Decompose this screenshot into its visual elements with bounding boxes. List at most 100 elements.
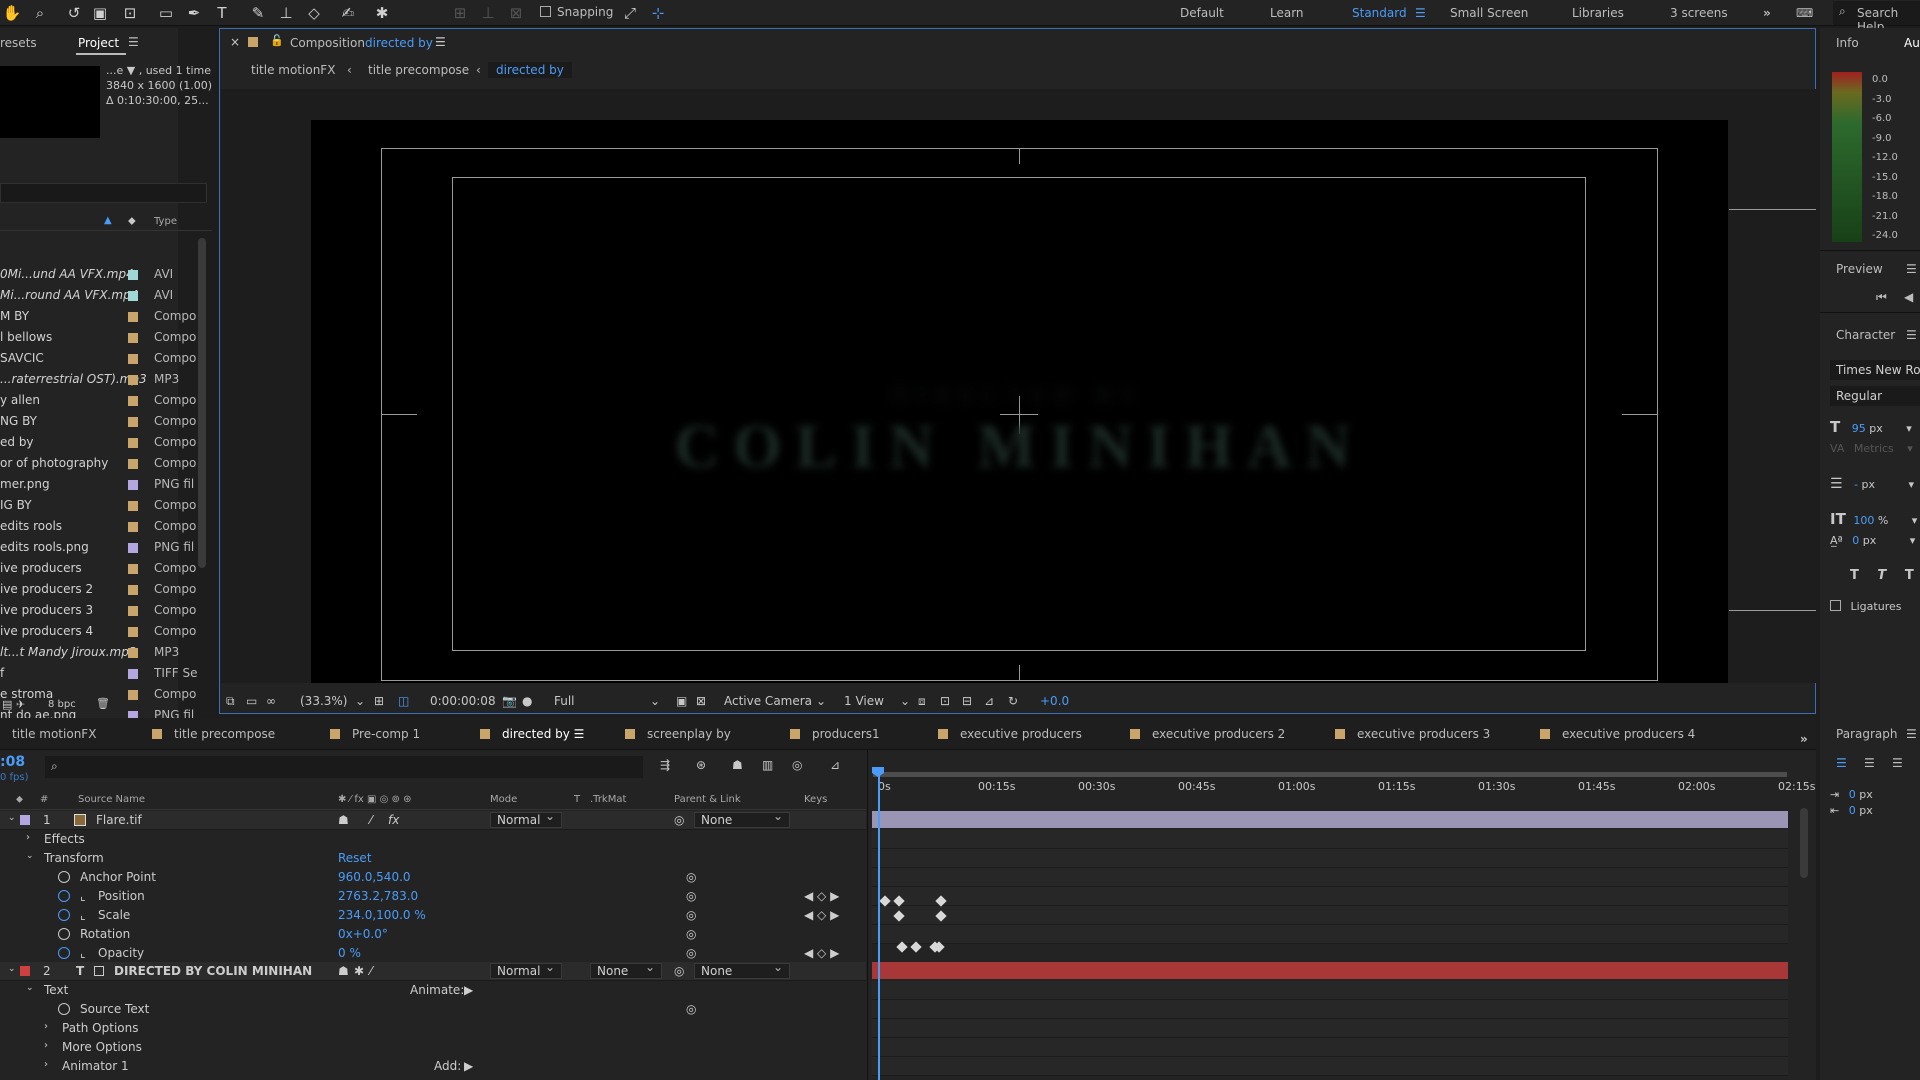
world-axis-icon[interactable]: ⊥	[478, 3, 498, 23]
layer-row-1[interactable]: ⌄ 1 Flare.tif ☗ ⁄ fx Normal ◎ None	[0, 809, 866, 830]
chevron-down-icon[interactable]: ▾	[1909, 478, 1915, 491]
local-axis-icon[interactable]: ⊞	[450, 3, 470, 23]
project-item-label-color[interactable]	[128, 585, 138, 595]
timeline-tab[interactable]: executive producers 3	[1335, 727, 1490, 741]
project-item[interactable]: ive producers 2 Compo	[0, 579, 212, 600]
project-item-label-color[interactable]	[128, 312, 138, 322]
font-style-select[interactable]: Regular	[1830, 386, 1920, 406]
more-options-row[interactable]: › More Options	[0, 1038, 866, 1057]
property-value[interactable]: 960.0,540.0	[338, 870, 411, 884]
timeline-tracks[interactable]: 0s 00:15s 00:30s 00:45s 01:00s 01:15s 01:30s 01…	[867, 750, 1815, 1080]
sort-ascending-icon[interactable]: ▲	[104, 215, 112, 226]
project-item-label-color[interactable]	[128, 270, 138, 280]
brush-tool-icon[interactable]: ✎	[248, 3, 268, 23]
transform-property-row[interactable]: Anchor Point 960.0,540.0 ◎	[0, 868, 866, 887]
layer-1-parent-select[interactable]: None	[694, 809, 790, 828]
snapping-checkbox[interactable]	[540, 6, 551, 17]
stopwatch-icon[interactable]	[58, 1003, 70, 1015]
keyframe-navigator[interactable]: ◀ ◇ ▶	[804, 908, 839, 922]
workspace-3-screens[interactable]: 3 screens	[1670, 6, 1728, 20]
graph-icon[interactable]: ⌞	[80, 908, 86, 922]
timeline-tab[interactable]: executive producers	[938, 727, 1082, 741]
chevron-right-icon[interactable]: ›	[26, 832, 30, 843]
fit-icon[interactable]: ⊞	[374, 694, 384, 708]
chevron-down-icon[interactable]: ⌄	[8, 813, 16, 823]
interpret-footage-icon[interactable]: ▤	[2, 698, 12, 711]
viewer-timecode[interactable]: 0:00:00:08	[430, 694, 496, 708]
stopwatch-icon[interactable]	[58, 928, 70, 940]
baseline-shift-value[interactable]: 0	[1852, 534, 1859, 547]
project-item-label-color[interactable]	[128, 543, 138, 553]
project-item-label-color[interactable]	[128, 438, 138, 448]
keyframe-navigator[interactable]: ◀ ◇ ▶	[804, 946, 839, 960]
tab-effects-presets[interactable]: resets	[0, 36, 37, 50]
hide-shy-icon[interactable]: ☗	[732, 758, 743, 772]
project-item[interactable]: 0Mi...und AA VFX.mp4 AVI	[0, 264, 212, 285]
path-options-row[interactable]: › Path Options	[0, 1019, 866, 1038]
align-right-icon[interactable]: ☰	[1892, 756, 1903, 770]
pen-tool-icon[interactable]: ✒	[184, 3, 204, 23]
comp-mini-flowchart-icon[interactable]: ⇶	[660, 758, 670, 772]
timeline-tab[interactable]: directed by ☰	[480, 727, 584, 741]
track-row[interactable]	[872, 1057, 1788, 1076]
bit-depth[interactable]: 8 bpc	[48, 699, 76, 710]
effect-switch-icon[interactable]: fx	[388, 813, 399, 827]
transform-property-row[interactable]: Rotation 0x+0.0° ◎	[0, 925, 866, 944]
tab-project[interactable]: Project	[78, 36, 119, 50]
chevron-down-icon[interactable]: ⌄	[8, 964, 16, 974]
text-group-row[interactable]: ⌄ Text Animate: ▶	[0, 981, 866, 1000]
layer-2-duration-bar[interactable]	[872, 962, 1788, 979]
chevron-down-icon[interactable]: ⌄	[650, 694, 660, 708]
effects-group-row[interactable]: › Effects	[0, 830, 866, 849]
project-item-label-color[interactable]	[128, 291, 138, 301]
project-item[interactable]: f TIFF Se	[0, 663, 212, 684]
chevron-down-icon[interactable]: ▾	[1907, 442, 1913, 455]
leading-value[interactable]: -	[1854, 478, 1858, 491]
breadcrumb-title-motionfx[interactable]: title motionFX	[251, 63, 335, 77]
project-item-label-color[interactable]	[128, 627, 138, 637]
chevron-down-icon[interactable]: ▾	[1912, 514, 1918, 527]
transform-group-row[interactable]: ⌄ Transform Reset	[0, 849, 866, 868]
new-folder-icon[interactable]: ✈	[16, 698, 25, 711]
shy-switch-icon[interactable]: ☗	[338, 813, 349, 827]
transform-property-row[interactable]: ⌞ Opacity 0 % ◎ ◀ ◇ ▶	[0, 944, 866, 963]
graph-icon[interactable]: ⌞	[80, 889, 86, 903]
breadcrumb-title-precompose[interactable]: title precompose	[368, 63, 469, 77]
timeline-tab[interactable]: screenplay by	[625, 727, 731, 741]
column-mode[interactable]: Mode	[490, 794, 517, 805]
transform-property-row[interactable]: ⌞ Scale 234.0,100.0 % ◎ ◀ ◇ ▶	[0, 906, 866, 925]
viewer-canvas-area[interactable]: DIRECTED BY COLIN MINIHAN	[221, 89, 1816, 683]
chevron-down-icon[interactable]: ⌄	[355, 694, 365, 708]
keyboard-icon[interactable]: ⌨	[1796, 6, 1813, 20]
project-item[interactable]: edits rools Compo	[0, 516, 212, 537]
track-row[interactable]	[872, 849, 1788, 868]
breadcrumb-directed-by[interactable]: directed by	[488, 62, 572, 78]
project-menu-icon[interactable]: ☰	[128, 35, 139, 49]
frame-blending-icon[interactable]: ▥	[762, 758, 773, 772]
project-item[interactable]: SAVCIC Compo	[0, 348, 212, 369]
align-center-icon[interactable]: ☰	[1864, 756, 1875, 770]
project-item[interactable]: mer.png PNG fil	[0, 474, 212, 495]
project-item-label-color[interactable]	[128, 459, 138, 469]
expression-pickwhip-icon[interactable]: ◎	[686, 889, 696, 903]
monitor-icon[interactable]: ▭	[246, 694, 257, 708]
tab-audio[interactable]: Au	[1904, 36, 1920, 50]
search-help-field[interactable]: ⌕ Search Help	[1833, 1, 1920, 34]
preview-menu-icon[interactable]: ☰	[1906, 262, 1917, 276]
graph-icon[interactable]: ⌞	[80, 946, 86, 960]
eraser-tool-icon[interactable]: ◇	[304, 3, 324, 23]
snap-options-icon[interactable]: ⤢	[620, 3, 640, 23]
project-item[interactable]: M BY Compo	[0, 306, 212, 327]
layer-2-name[interactable]: DIRECTED BY COLIN MINIHAN	[114, 964, 312, 978]
always-preview-icon[interactable]: ⧉	[226, 694, 235, 709]
project-search-input[interactable]	[0, 183, 207, 203]
rectangle-tool-icon[interactable]: ▭	[156, 3, 176, 23]
skip-first-icon[interactable]: ⏮	[1876, 290, 1887, 305]
workspace-small-screen[interactable]: Small Screen	[1450, 6, 1528, 20]
project-item-label-color[interactable]	[128, 522, 138, 532]
color-channels-icon[interactable]: ●	[522, 694, 532, 708]
project-item-label-color[interactable]	[128, 333, 138, 343]
track-row[interactable]	[872, 1019, 1788, 1038]
fast-preview-icon[interactable]: ⊠	[696, 694, 706, 708]
layer-1-duration-bar[interactable]	[872, 811, 1788, 828]
